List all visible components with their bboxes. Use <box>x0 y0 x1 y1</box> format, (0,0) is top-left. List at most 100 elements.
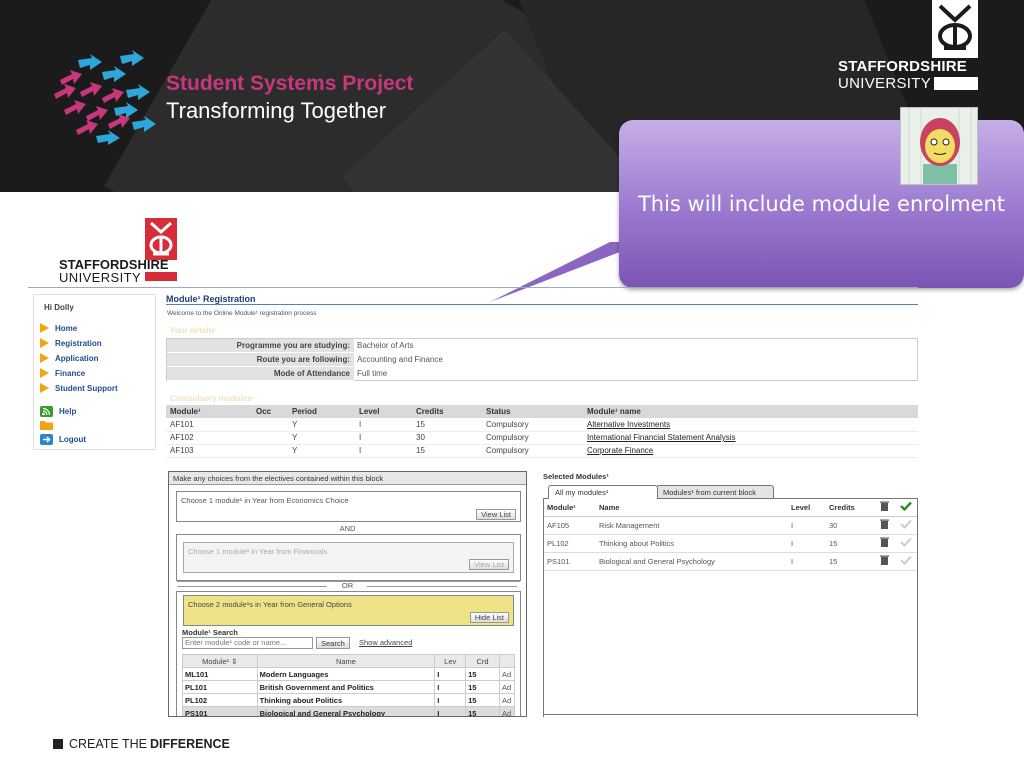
delete-button[interactable] <box>874 552 894 571</box>
table-row: AF102 Y I 30 Compulsory International Financi… <box>166 431 918 445</box>
column-header: Credits <box>412 405 482 418</box>
check-icon <box>899 501 912 512</box>
column-header: Name <box>256 654 436 668</box>
details-heading: Your details <box>170 326 216 335</box>
sidebar-item-logout[interactable]: Logout <box>40 434 86 445</box>
sidebar-item-registration[interactable]: Registration <box>40 338 102 348</box>
callout-pointer <box>490 242 625 302</box>
column-header: Module¹ <box>544 499 596 517</box>
project-subtitle: Transforming Together <box>166 98 387 123</box>
module-list-table: Module¹ ⇕ Name Lev Crd ML101 Modern Langu… <box>182 654 516 716</box>
column-header: Level <box>788 499 826 517</box>
delete-button[interactable] <box>874 534 894 553</box>
trash-icon <box>879 501 889 512</box>
column-header: Credits <box>826 499 874 517</box>
compulsory-modules-table: Module¹ Occ Period Level Credits Status … <box>166 405 918 458</box>
show-advanced-link[interactable]: Show advanced <box>359 638 412 647</box>
column-header: Level <box>355 405 412 418</box>
university-logo: STAFFORDSHIRE UNIVERSITY <box>838 0 978 95</box>
sidebar-item-home[interactable]: Home <box>40 323 77 333</box>
trash-icon <box>879 555 889 565</box>
logout-icon <box>40 434 53 445</box>
selected-modules-table: Module¹ Name Level Credits AF105 Risk Man… <box>544 499 917 571</box>
table-row[interactable]: PL101 British Government and Politics I 15 A… <box>182 680 516 694</box>
sidebar-item-student-support[interactable]: Student Support <box>40 383 118 393</box>
welcome-text: Welcome to the Online Module¹ registrati… <box>167 310 317 317</box>
project-title: Student Systems Project <box>166 72 414 95</box>
crest-icon <box>145 218 177 260</box>
module-link[interactable]: Corporate Finance <box>583 444 918 458</box>
arrow-icon <box>40 323 49 333</box>
view-list-button[interactable]: View List <box>476 509 516 520</box>
check-icon <box>899 555 912 565</box>
detail-row: Route you are following: Accounting and … <box>167 353 917 367</box>
column-header: Period <box>288 405 355 418</box>
or-separator: OR <box>341 581 354 590</box>
sort-column-header[interactable]: Module¹ ⇕ <box>182 654 258 668</box>
selected-modules-panel: Module¹ Name Level Credits AF105 Risk Man… <box>543 498 918 717</box>
compulsory-heading: Compulsory modules¹ <box>170 394 255 403</box>
arrow-icon <box>40 368 49 378</box>
delete-button[interactable] <box>874 516 894 535</box>
table-row: AF105 Risk Management I 30 <box>544 516 917 535</box>
electives-header: Make any choices from the electives cont… <box>169 472 526 485</box>
table-row[interactable]: ML101 Modern Languages I 15 Ad <box>182 667 516 681</box>
module-search-input[interactable]: Enter module¹ code or name... <box>182 637 313 649</box>
add-button[interactable]: Ad <box>498 667 516 681</box>
tab-all-modules[interactable]: All my modules¹ <box>548 485 658 499</box>
and-separator: AND <box>339 524 356 533</box>
check-icon <box>899 519 912 529</box>
search-button[interactable]: Search <box>316 637 350 649</box>
choice-box-economics: Choose 1 module¹ in Year from Economics … <box>176 491 521 522</box>
tab-current-block[interactable]: Modules¹ from current block <box>656 485 774 499</box>
module-link[interactable]: International Financial Statement Analys… <box>583 431 918 445</box>
crest-icon <box>932 0 978 58</box>
folder-link[interactable] <box>40 419 53 430</box>
app-logo: STAFFORDSHIRE UNIVERSITY <box>59 218 184 285</box>
column-header: Status <box>482 405 583 418</box>
arrow-icon <box>40 338 49 348</box>
column-header: Lev <box>434 654 467 668</box>
table-row[interactable]: PS101 Biological and General Psychology I 1… <box>182 706 516 716</box>
confirm-check[interactable] <box>894 552 917 571</box>
module-link[interactable]: Alternative Investments <box>583 418 918 432</box>
sidebar-item-finance[interactable]: Finance <box>40 368 85 378</box>
confirm-check[interactable] <box>894 516 917 535</box>
choice-box-financials: Choose 1 module¹ in Year from Financials… <box>176 534 521 581</box>
sidebar: Hi Dolly Home Registration Application F… <box>33 294 156 450</box>
table-row[interactable]: PL102 Thinking about Politics I 15 Ad <box>182 693 516 707</box>
table-row: PL102 Thinking about Politics I 15 <box>544 534 917 553</box>
footer-slogan: CREATE THE DIFFERENCE <box>53 737 230 751</box>
avatar <box>900 107 978 185</box>
details-table: Programme you are studying: Bachelor of … <box>166 338 918 381</box>
column-header: Crd <box>465 654 500 668</box>
trash-icon <box>879 537 889 547</box>
square-icon <box>53 739 63 749</box>
arrow-icon <box>40 383 49 393</box>
sidebar-item-help[interactable]: Help <box>40 406 76 417</box>
add-button[interactable]: Ad <box>498 706 516 716</box>
add-button[interactable]: Ad <box>498 693 516 707</box>
column-header: Module¹ name <box>583 405 918 418</box>
sidebar-item-application[interactable]: Application <box>40 353 99 363</box>
table-row: PS101 Biological and General Psychology I 1… <box>544 552 917 571</box>
detail-row: Programme you are studying: Bachelor of … <box>167 339 917 353</box>
trash-icon <box>879 519 889 529</box>
check-icon <box>899 537 912 547</box>
search-label: Module¹ Search <box>182 628 238 637</box>
column-header: Name <box>596 499 788 517</box>
arrow-icon <box>40 353 49 363</box>
column-header: Module¹ <box>166 405 252 418</box>
hide-list-button[interactable]: Hide List <box>469 612 509 623</box>
electives-block: Make any choices from the electives cont… <box>168 471 527 717</box>
column-header: Occ <box>252 405 288 418</box>
table-row: AF103 Y I 15 Compulsory Corporate Finance <box>166 444 918 458</box>
table-row: AF101 Y I 15 Compulsory Alternative Investmen… <box>166 418 918 432</box>
project-arrows-logo <box>54 50 156 145</box>
greeting: Hi Dolly <box>44 303 74 312</box>
confirm-check[interactable] <box>894 534 917 553</box>
add-button[interactable]: Ad <box>498 680 516 694</box>
detail-row: Mode of Attendance Full time <box>167 367 917 381</box>
page-title: Module¹ Registration <box>166 294 256 304</box>
view-list-button-disabled[interactable]: View List <box>469 559 509 570</box>
